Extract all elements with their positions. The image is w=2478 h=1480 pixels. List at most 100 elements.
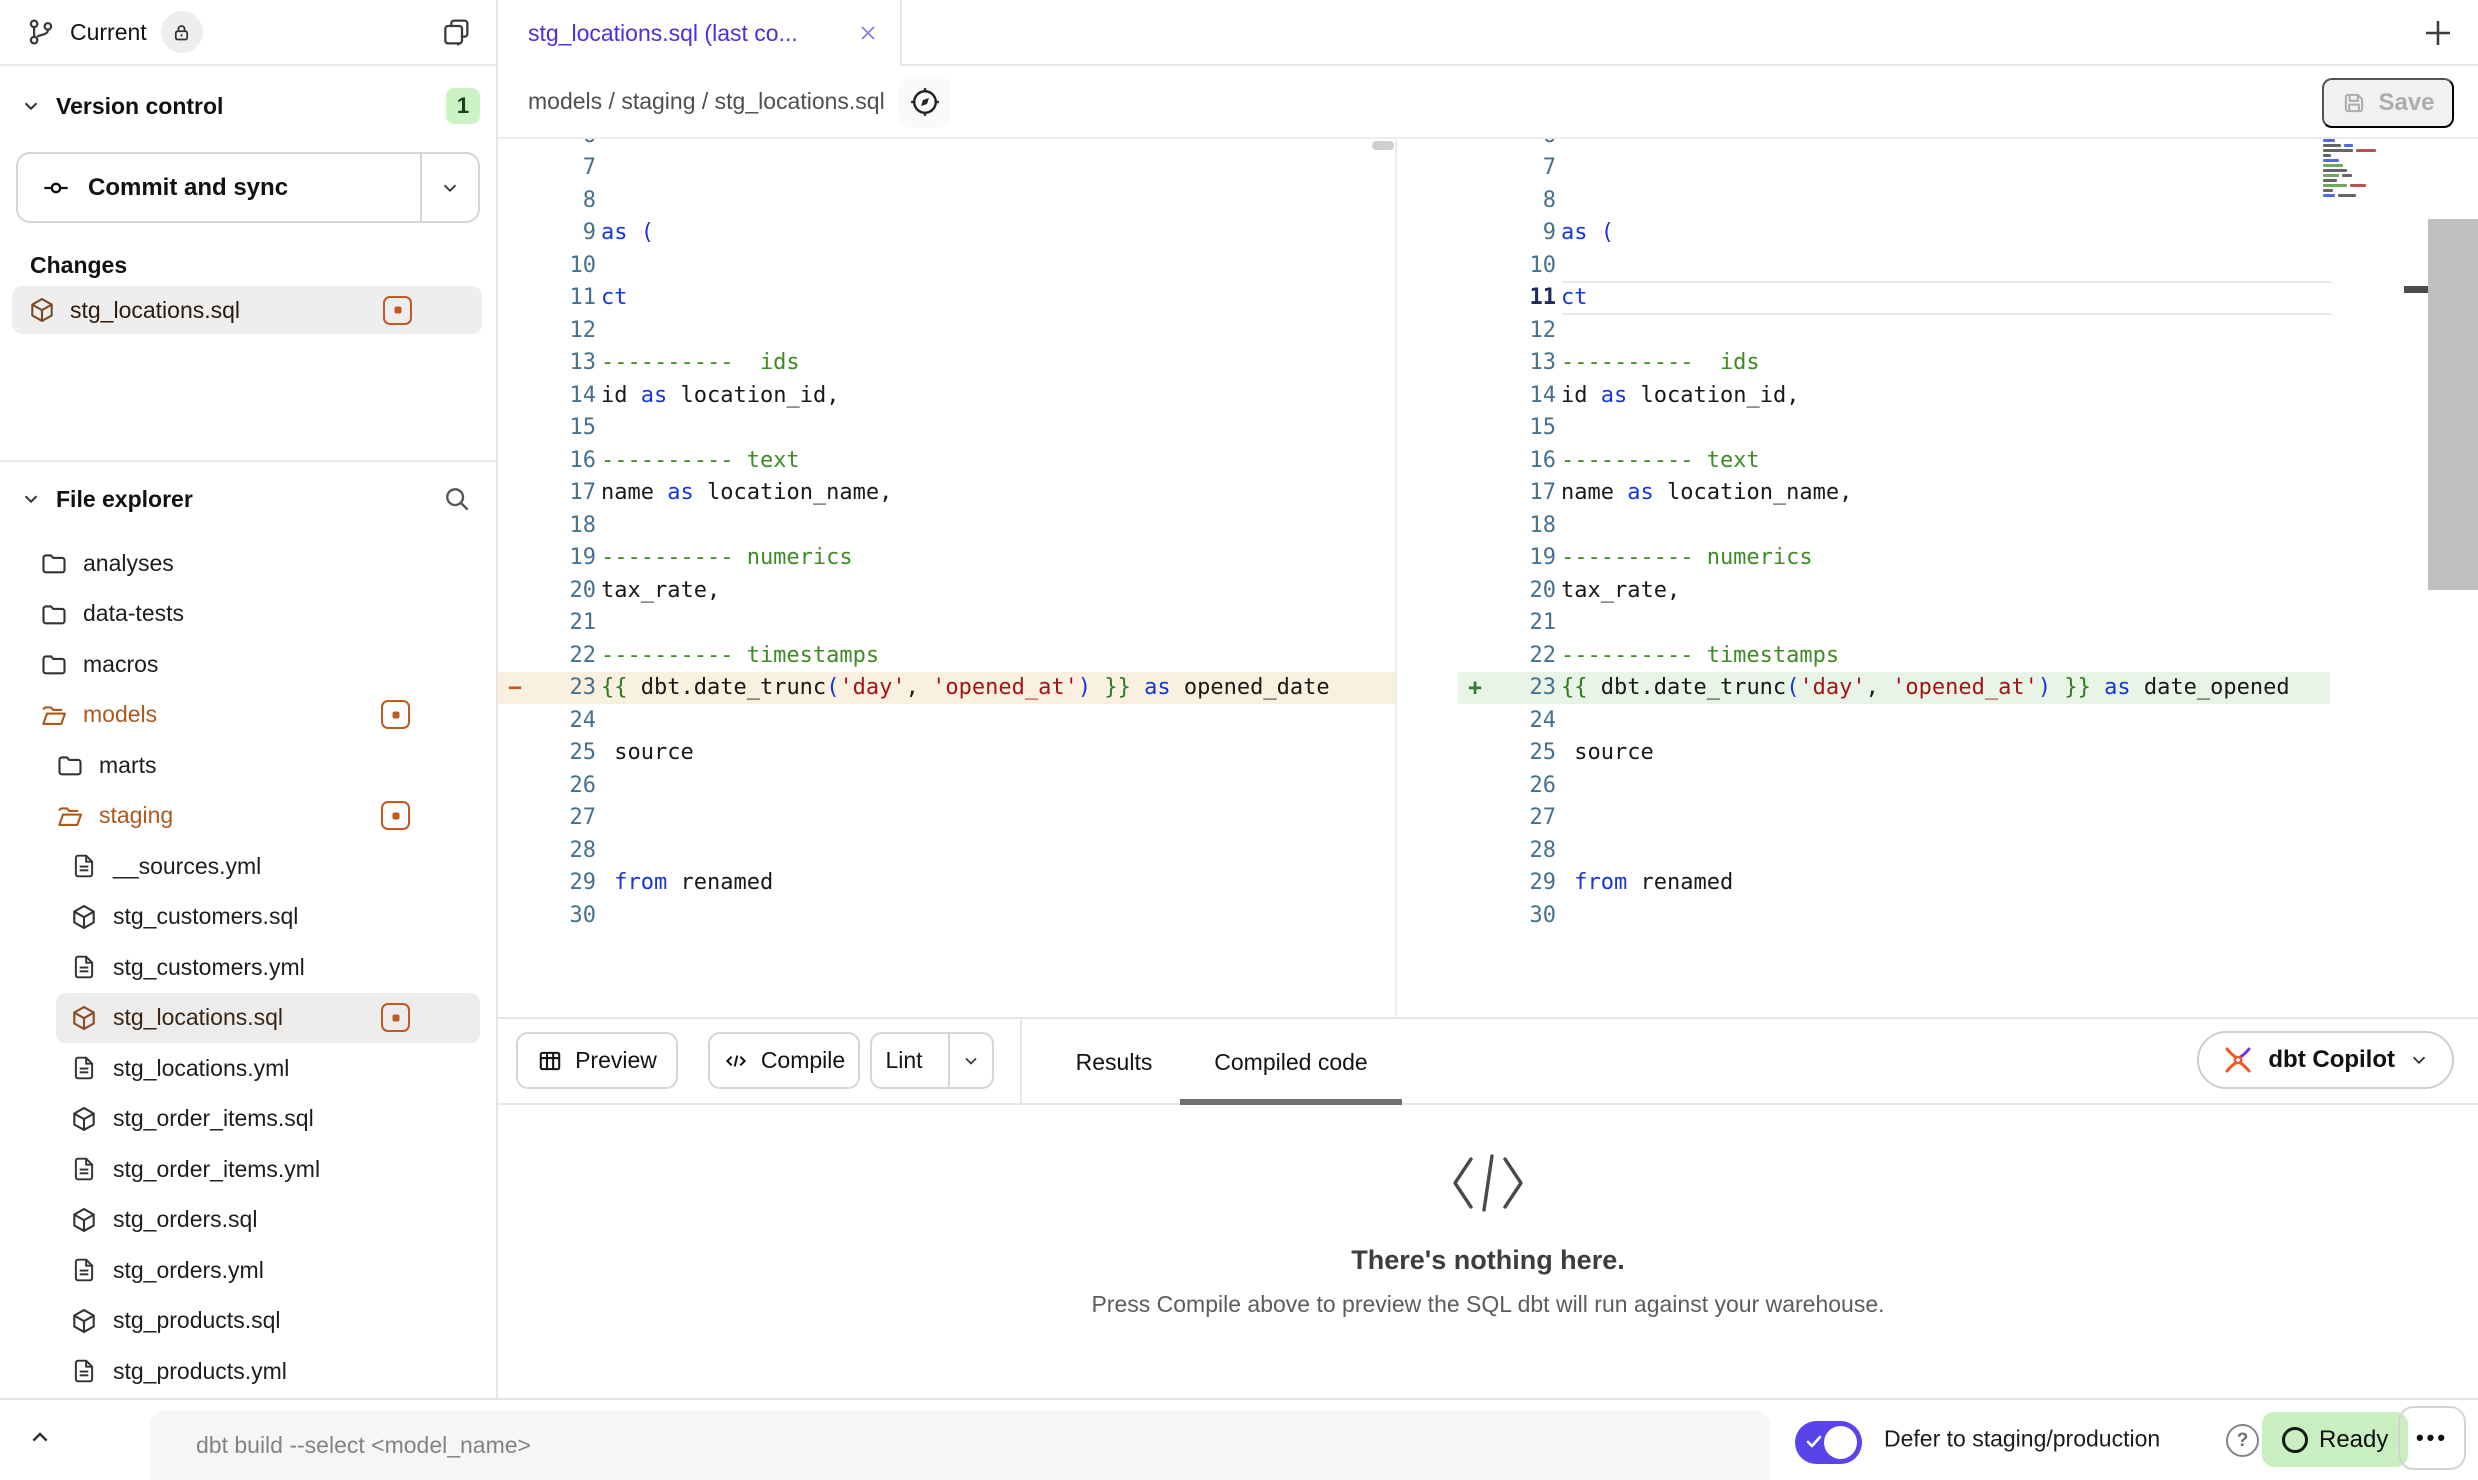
line-number: 27 bbox=[1492, 805, 1556, 830]
tree-item-stg_products.yml[interactable]: stg_products.yml bbox=[0, 1346, 496, 1397]
code-line-28[interactable]: 28 bbox=[498, 834, 1395, 867]
tab-results[interactable]: Results bbox=[1044, 1019, 1184, 1105]
code-line-20[interactable]: 20tax_rate, bbox=[1458, 574, 2478, 607]
code-line-10[interactable]: 10 bbox=[1458, 249, 2478, 282]
code-line-24[interactable]: 24 bbox=[1458, 704, 2478, 737]
tree-item-analyses[interactable]: analyses bbox=[0, 538, 496, 589]
code-line-29[interactable]: 29 from renamed bbox=[498, 867, 1395, 900]
code-line-15[interactable]: 15 bbox=[498, 412, 1395, 445]
code-line-23[interactable]: −23{{ dbt.date_trunc('day', 'opened_at')… bbox=[498, 672, 1395, 705]
tree-item-marts[interactable]: marts bbox=[0, 740, 496, 791]
code-line-26[interactable]: 26 bbox=[498, 769, 1395, 802]
tree-item-stg_locations.yml[interactable]: stg_locations.yml bbox=[0, 1043, 496, 1094]
code-line-19[interactable]: 19---------- numerics bbox=[498, 542, 1395, 575]
status-badge[interactable]: Ready bbox=[2262, 1412, 2408, 1467]
commit-and-sync-button[interactable]: Commit and sync bbox=[18, 154, 420, 221]
line-number: 16 bbox=[1492, 448, 1556, 473]
more-options-button[interactable]: ••• bbox=[2398, 1406, 2466, 1470]
dbt-copilot-button[interactable]: dbt Copilot bbox=[2197, 1031, 2454, 1089]
lint-button[interactable]: Lint bbox=[872, 1047, 936, 1074]
code-line-25[interactable]: 25 source bbox=[498, 737, 1395, 770]
code-line-24[interactable]: 24 bbox=[498, 704, 1395, 737]
command-input[interactable]: dbt build --select <model_name> bbox=[150, 1410, 1770, 1480]
code-line-17[interactable]: 17name as location_name, bbox=[498, 477, 1395, 510]
diff-pane-original[interactable]: 6789as (1011ct1213---------- ids14id as … bbox=[498, 139, 1397, 1017]
changed-file-stg_locations.sql[interactable]: stg_locations.sql bbox=[12, 286, 482, 334]
tree-item-stg_order_items.yml[interactable]: stg_order_items.yml bbox=[0, 1144, 496, 1195]
code-line-18[interactable]: 18 bbox=[1458, 509, 2478, 542]
tab-stg-locations[interactable]: stg_locations.sql (last co... bbox=[498, 0, 902, 66]
code-line-6[interactable]: 6 bbox=[498, 139, 1395, 152]
line-number: 14 bbox=[532, 383, 596, 408]
tree-item-models[interactable]: models bbox=[0, 690, 496, 741]
code-line-21[interactable]: 21 bbox=[1458, 607, 2478, 640]
version-control-header[interactable]: Version control 1 bbox=[0, 82, 496, 130]
code-line-17[interactable]: 17name as location_name, bbox=[1458, 477, 2478, 510]
tree-item-stg_customers.sql[interactable]: stg_customers.sql bbox=[0, 892, 496, 943]
copy-icon[interactable] bbox=[440, 16, 472, 48]
code-line-14[interactable]: 14id as location_id, bbox=[498, 379, 1395, 412]
code-line-7[interactable]: 7 bbox=[498, 152, 1395, 185]
code-line-12[interactable]: 12 bbox=[498, 314, 1395, 347]
tab-compiled-code[interactable]: Compiled code bbox=[1181, 1019, 1401, 1105]
compile-button[interactable]: Compile bbox=[708, 1032, 860, 1089]
code-line-13[interactable]: 13---------- ids bbox=[1458, 347, 2478, 380]
tree-item-__sources.yml[interactable]: __sources.yml bbox=[0, 841, 496, 892]
code-line-26[interactable]: 26 bbox=[1458, 769, 2478, 802]
tree-item-stg_products.sql[interactable]: stg_products.sql bbox=[0, 1296, 496, 1347]
tree-item-staging[interactable]: staging bbox=[0, 791, 496, 842]
tree-item-stg_locations.sql[interactable]: stg_locations.sql bbox=[56, 993, 480, 1044]
commit-options-button[interactable] bbox=[420, 154, 478, 221]
preview-button[interactable]: Preview bbox=[516, 1032, 678, 1089]
code-line-22[interactable]: 22---------- timestamps bbox=[498, 639, 1395, 672]
code-line-15[interactable]: 15 bbox=[1458, 412, 2478, 445]
chevron-up-icon[interactable] bbox=[24, 1422, 56, 1454]
branch-row[interactable]: Current bbox=[0, 0, 496, 66]
tab-bar-empty-area bbox=[902, 0, 2478, 66]
file-explorer-header[interactable]: File explorer bbox=[0, 470, 496, 528]
code-line-29[interactable]: 29 from renamed bbox=[1458, 867, 2478, 900]
code-line-9[interactable]: 9as ( bbox=[498, 217, 1395, 250]
tree-item-macros[interactable]: macros bbox=[0, 639, 496, 690]
tree-item-stg_orders.yml[interactable]: stg_orders.yml bbox=[0, 1245, 496, 1296]
tree-item-stg_order_items.sql[interactable]: stg_order_items.sql bbox=[0, 1094, 496, 1145]
tree-item-stg_orders.sql[interactable]: stg_orders.sql bbox=[0, 1195, 496, 1246]
breadcrumb-bar: models / staging / stg_locations.sql Sav… bbox=[498, 66, 2478, 139]
code-line-22[interactable]: 22---------- timestamps bbox=[1458, 639, 2478, 672]
code-line-30[interactable]: 30 bbox=[1458, 899, 2478, 932]
save-button[interactable]: Save bbox=[2322, 78, 2454, 128]
code-line-27[interactable]: 27 bbox=[498, 802, 1395, 835]
code-line-20[interactable]: 20tax_rate, bbox=[498, 574, 1395, 607]
lineage-button[interactable] bbox=[899, 76, 951, 128]
code-line-14[interactable]: 14id as location_id, bbox=[1458, 379, 2478, 412]
close-icon[interactable] bbox=[856, 21, 880, 45]
code-line-16[interactable]: 16---------- text bbox=[498, 444, 1395, 477]
code-line-25[interactable]: 25 source bbox=[1458, 737, 2478, 770]
code-line-19[interactable]: 19---------- numerics bbox=[1458, 542, 2478, 575]
code-line-13[interactable]: 13---------- ids bbox=[498, 347, 1395, 380]
tree-item-stg_customers.yml[interactable]: stg_customers.yml bbox=[0, 942, 496, 993]
lint-options-button[interactable] bbox=[948, 1034, 992, 1087]
lock-icon bbox=[171, 22, 192, 43]
code-line-11[interactable]: 11ct bbox=[1458, 282, 2478, 315]
tree-item-data-tests[interactable]: data-tests bbox=[0, 589, 496, 640]
search-icon[interactable] bbox=[442, 484, 472, 514]
code-line-8[interactable]: 8 bbox=[498, 184, 1395, 217]
help-icon[interactable]: ? bbox=[2226, 1424, 2259, 1457]
code-line-23[interactable]: +23{{ dbt.date_trunc('day', 'opened_at')… bbox=[1458, 672, 2478, 705]
code-line-10[interactable]: 10 bbox=[498, 249, 1395, 282]
code-line-16[interactable]: 16---------- text bbox=[1458, 444, 2478, 477]
code-line-12[interactable]: 12 bbox=[1458, 314, 2478, 347]
new-tab-button[interactable] bbox=[2420, 15, 2456, 51]
code-line-28[interactable]: 28 bbox=[1458, 834, 2478, 867]
code-line-18[interactable]: 18 bbox=[498, 509, 1395, 542]
defer-toggle[interactable] bbox=[1795, 1421, 1862, 1464]
code-line-27[interactable]: 27 bbox=[1458, 802, 2478, 835]
code-line-30[interactable]: 30 bbox=[498, 899, 1395, 932]
line-number: 11 bbox=[1492, 285, 1556, 310]
tree-item-label: stg_orders.sql bbox=[113, 1206, 257, 1233]
code-line-21[interactable]: 21 bbox=[498, 607, 1395, 640]
diff-pane-modified[interactable]: 6789as (1011ct1213---------- ids14id as … bbox=[1458, 139, 2478, 1017]
code-line-9[interactable]: 9as ( bbox=[1458, 217, 2478, 250]
code-line-11[interactable]: 11ct bbox=[498, 282, 1395, 315]
